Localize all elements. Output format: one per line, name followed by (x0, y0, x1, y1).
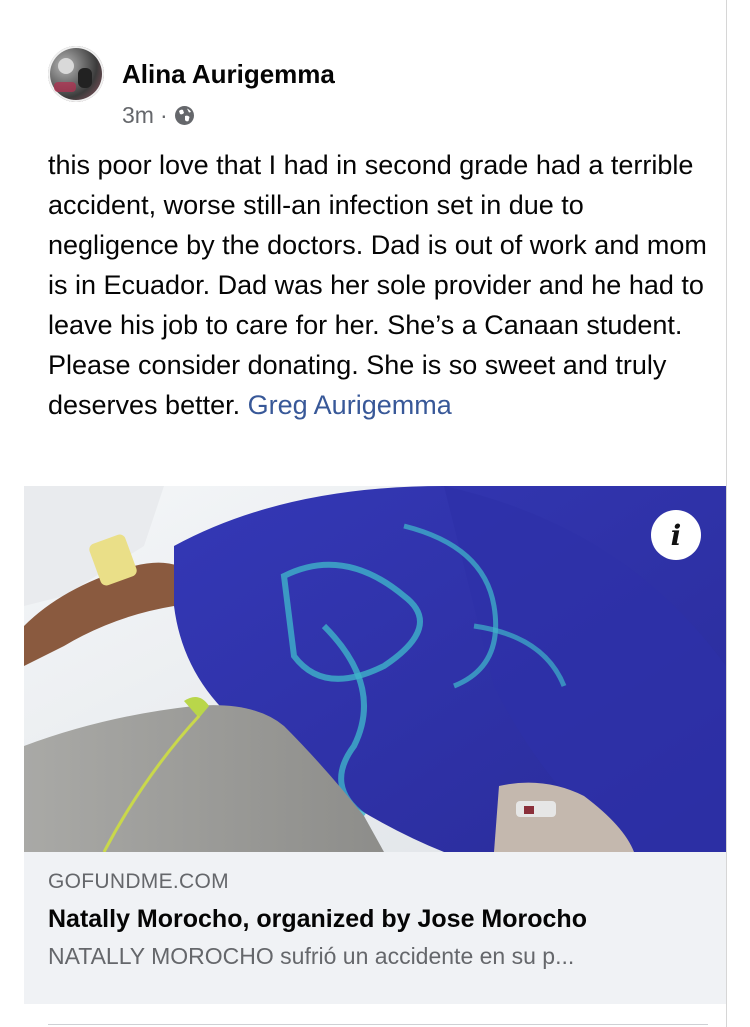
preview-image[interactable]: i (24, 486, 726, 852)
post-header: Alina Aurigemma 3m · (48, 46, 708, 130)
mention-link[interactable]: Greg Aurigemma (248, 390, 452, 420)
divider (48, 1024, 708, 1025)
preview-domain: GOFUNDME.COM (48, 870, 229, 893)
post-timestamp[interactable]: 3m (122, 102, 154, 129)
post-card: Alina Aurigemma 3m · this poor love that… (0, 0, 727, 1027)
author-avatar[interactable] (48, 46, 104, 102)
author-name[interactable]: Alina Aurigemma (122, 59, 335, 90)
preview-info[interactable]: GOFUNDME.COM Natally Morocho, organized … (24, 852, 726, 1004)
link-preview[interactable]: i GOFUNDME.COM Natally Morocho, organize… (24, 486, 726, 1006)
info-icon: i (670, 518, 682, 552)
meta-separator: · (159, 102, 168, 128)
post-text: this poor love that I had in second grad… (48, 145, 710, 425)
post-meta: 3m · (122, 102, 195, 129)
info-button[interactable]: i (651, 510, 701, 560)
globe-icon[interactable] (174, 105, 195, 126)
preview-title[interactable]: Natally Morocho, organized by Jose Moroc… (48, 905, 587, 934)
preview-description: NATALLY MOROCHO sufrió un accidente en s… (48, 943, 575, 969)
post-body: this poor love that I had in second grad… (48, 150, 707, 420)
